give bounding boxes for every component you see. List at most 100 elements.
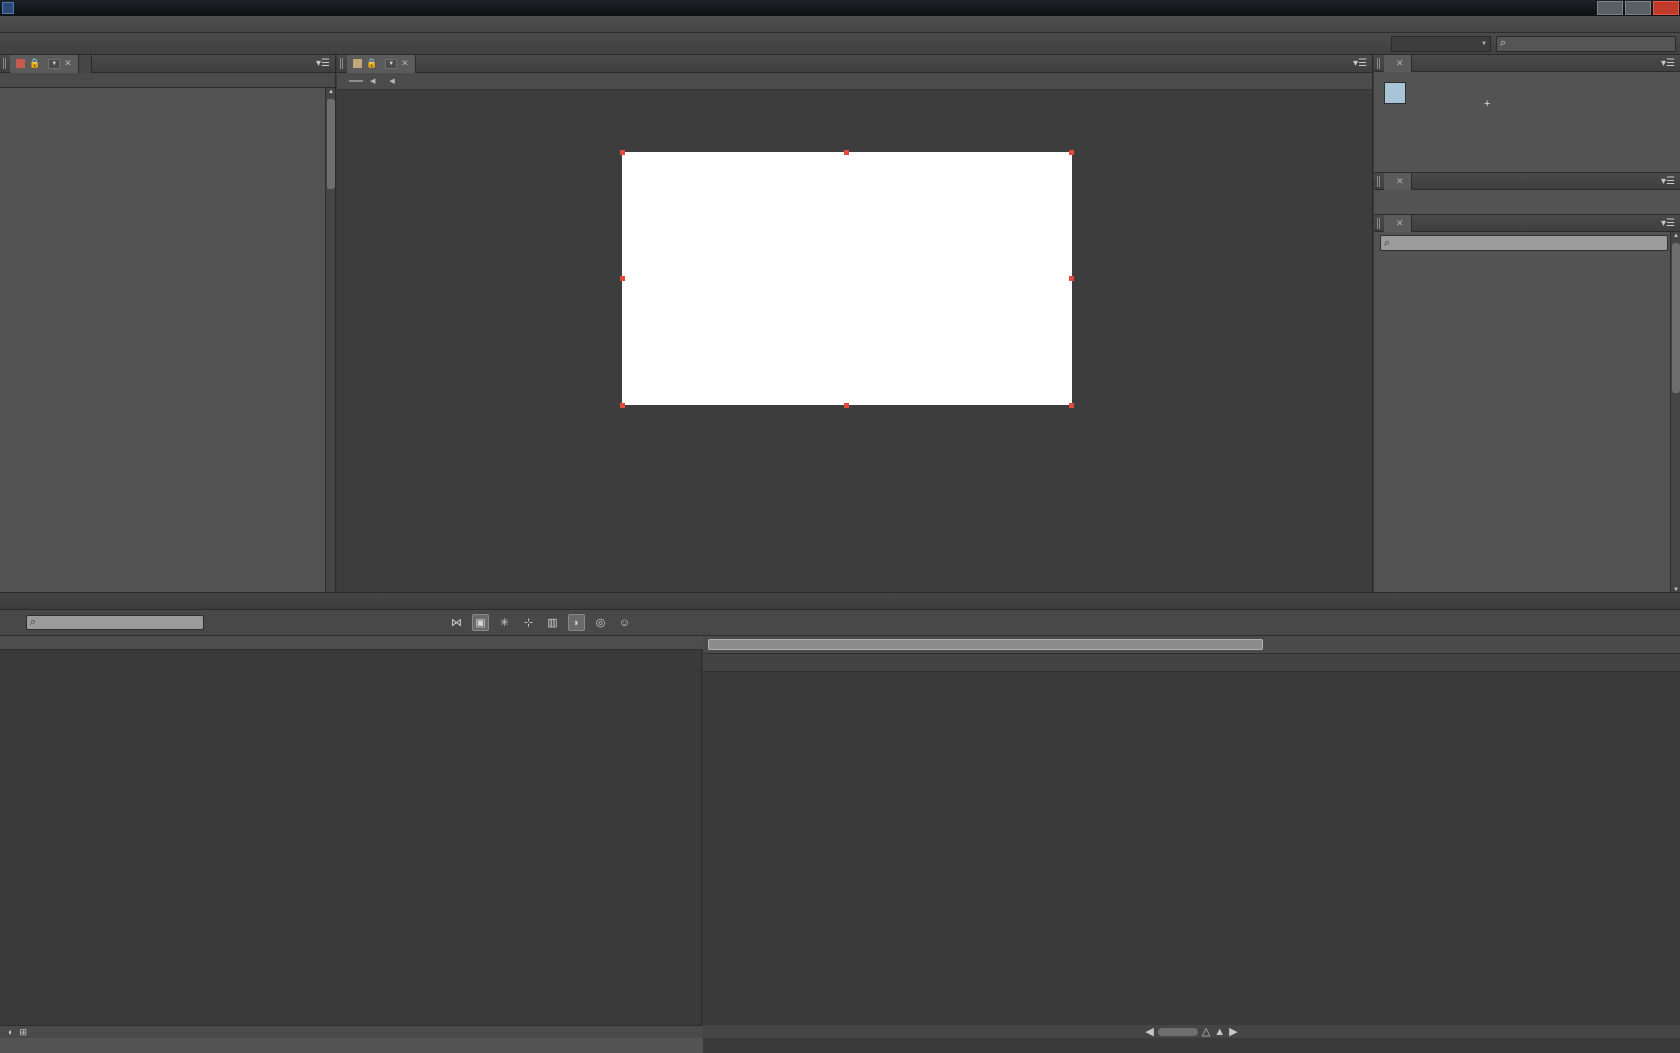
panel-grip-icon[interactable] <box>1377 217 1381 229</box>
search-help-input[interactable] <box>1496 35 1676 52</box>
effects-scrollbar[interactable]: ▲ ▼ <box>1670 232 1680 598</box>
close-icon[interactable]: ✕ <box>1396 176 1404 187</box>
close-icon[interactable]: ✕ <box>401 58 409 69</box>
tab-effect-controls[interactable]: 🔒 ▼ ✕ <box>10 54 79 73</box>
breadcrumb: ◀ ◀ <box>337 73 1372 90</box>
selection-handle[interactable] <box>1069 276 1074 281</box>
lock-icon[interactable]: 🔒 <box>366 58 377 69</box>
workspace-area <box>1386 35 1676 52</box>
workspace: 🔒 ▼ ✕ ▾☰ ▲ ▼ 🔒 <box>0 54 1680 631</box>
hscroll-thumb[interactable] <box>1157 1027 1198 1036</box>
right-panel-stack: ✕ ▾☰ + ✕ ▾☰ ✕ ▾☰ ⌕ ▲ ▼ <box>1374 54 1680 630</box>
app-logo-icon <box>2 2 14 14</box>
preview-transport <box>1374 190 1680 214</box>
tab-info[interactable]: ✕ <box>1384 54 1412 72</box>
tab-effects-presets[interactable]: ✕ <box>1384 214 1412 232</box>
chevron-down-icon[interactable]: ▼ <box>385 58 398 69</box>
effects-search-input[interactable] <box>1380 235 1668 251</box>
tab-color-swatch <box>16 59 25 68</box>
graph-editor-toggle-icon[interactable]: ⊹ <box>520 614 537 631</box>
info-tabbar: ✕ ▾☰ <box>1374 54 1680 72</box>
selection-handle[interactable] <box>844 150 849 155</box>
panel-grip-icon[interactable] <box>3 58 7 69</box>
breadcrumb-sep-icon: ◀ <box>389 78 395 85</box>
scroll-up-icon[interactable]: ▲ <box>327 89 335 99</box>
composition-tabbar: 🔒 ▼ ✕ ▾☰ <box>337 54 1372 73</box>
scrollbar-thumb[interactable] <box>327 99 335 189</box>
effect-controls-scrollbar[interactable]: ▲ ▼ <box>325 88 335 630</box>
live-update-icon[interactable]: ⋈ <box>448 614 465 631</box>
tab-color-swatch <box>353 59 362 68</box>
maximize-button[interactable] <box>1625 1 1651 15</box>
effect-controls-subtitle <box>0 73 335 88</box>
close-icon[interactable]: ✕ <box>64 58 72 69</box>
preview-panel: ✕ ▾☰ <box>1374 172 1680 215</box>
time-ruler[interactable] <box>703 654 1680 672</box>
draft-3d-icon[interactable]: ▣ <box>472 614 489 631</box>
info-panel: ✕ ▾☰ + <box>1374 54 1680 173</box>
scroll-up-icon[interactable]: ▲ <box>1672 233 1680 243</box>
selection-handle[interactable] <box>620 276 625 281</box>
panel-menu-icon[interactable]: ▾☰ <box>1661 218 1675 229</box>
close-icon[interactable]: ✕ <box>1396 58 1404 69</box>
effects-presets-tabbar: ✕ ▾☰ <box>1374 214 1680 232</box>
zoom-out-icon[interactable]: △ <box>1202 1025 1210 1038</box>
scroll-left-icon[interactable]: ◀ <box>1145 1025 1153 1038</box>
tool-bar <box>0 33 1680 55</box>
timeline-graph-area <box>703 636 1680 1053</box>
effect-controls-tabbar: 🔒 ▼ ✕ ▾☰ <box>0 54 335 73</box>
panel-menu-icon[interactable]: ▾☰ <box>1661 176 1675 187</box>
panel-grip-icon[interactable] <box>1377 175 1381 187</box>
chevron-down-icon[interactable]: ▼ <box>48 58 61 69</box>
scrollbar-thumb[interactable] <box>1672 243 1680 393</box>
composition-panel: 🔒 ▼ ✕ ▾☰ ◀ ◀ ▣ <box>337 54 1373 631</box>
lock-icon[interactable]: 🔒 <box>29 58 40 69</box>
tab-preview[interactable]: ✕ <box>1384 172 1412 190</box>
brainstorm-icon[interactable]: ▥ <box>544 614 561 631</box>
effect-controls-body: ▲ ▼ <box>0 88 335 630</box>
menu-bar <box>0 16 1680 33</box>
keyframe-grid[interactable] <box>703 673 1680 1053</box>
motion-blur-icon[interactable]: ✳ <box>496 614 513 631</box>
zoom-in-icon[interactable]: ▲ <box>1214 1026 1225 1038</box>
panel-grip-icon[interactable] <box>1377 57 1381 69</box>
effect-controls-panel: 🔒 ▼ ✕ ▾☰ ▲ ▼ <box>0 54 336 630</box>
panel-menu-icon[interactable]: ▾☰ <box>1661 58 1675 69</box>
panel-menu-icon[interactable]: ▾☰ <box>1353 58 1367 69</box>
expand-collapse-icon[interactable]: ⊞ <box>19 1027 27 1038</box>
effects-presets-body: ▲ ▼ <box>1374 232 1680 598</box>
selection-handle[interactable] <box>1069 403 1074 408</box>
toggle-switches-modes-icon[interactable]: ◐ <box>8 1027 13 1037</box>
selection-handle[interactable] <box>620 403 625 408</box>
title-bar <box>0 0 1680 16</box>
timeline-switches: ⋈ ▣ ✳ ⊹ ▥ ◗ ◎ ☺ <box>448 614 633 631</box>
timeline-search-input[interactable] <box>26 615 204 630</box>
scroll-right-icon[interactable]: ▶ <box>1229 1025 1237 1038</box>
timeline-header: ⋈ ▣ ✳ ⊹ ▥ ◗ ◎ ☺ <box>0 610 1680 636</box>
panel-grip-icon[interactable] <box>340 58 344 69</box>
info-body: + <box>1374 72 1680 172</box>
work-area-nav[interactable] <box>703 636 1680 654</box>
window-controls <box>1597 1 1679 15</box>
solo-switch-icon[interactable]: ◎ <box>592 614 609 631</box>
tab-composition[interactable]: 🔒 ▼ ✕ <box>347 54 416 73</box>
composition-viewer[interactable] <box>337 90 1372 609</box>
workspace-select[interactable] <box>1391 35 1491 52</box>
timeline-hscrollbar[interactable]: ◀ △ ▲ ▶ <box>703 1025 1680 1038</box>
layer-list <box>0 650 702 1030</box>
selection-handle[interactable] <box>1069 150 1074 155</box>
close-button[interactable] <box>1653 1 1679 15</box>
selection-handle[interactable] <box>620 150 625 155</box>
breadcrumb-item-0[interactable] <box>349 80 363 82</box>
comp-canvas[interactable] <box>622 152 1072 405</box>
shy-switch-icon[interactable]: ☺ <box>616 614 633 631</box>
minimize-button[interactable] <box>1597 1 1623 15</box>
work-area-bar[interactable] <box>708 639 1263 650</box>
breadcrumb-sep-icon: ◀ <box>370 78 376 85</box>
close-icon[interactable]: ✕ <box>1396 218 1404 229</box>
panel-menu-icon[interactable]: ▾☰ <box>316 58 330 69</box>
auto-keyframe-icon[interactable]: ◗ <box>568 614 585 631</box>
selection-handle[interactable] <box>844 403 849 408</box>
effects-presets-panel: ✕ ▾☰ ▲ ▼ <box>1374 214 1680 599</box>
tab-project[interactable] <box>78 54 92 73</box>
